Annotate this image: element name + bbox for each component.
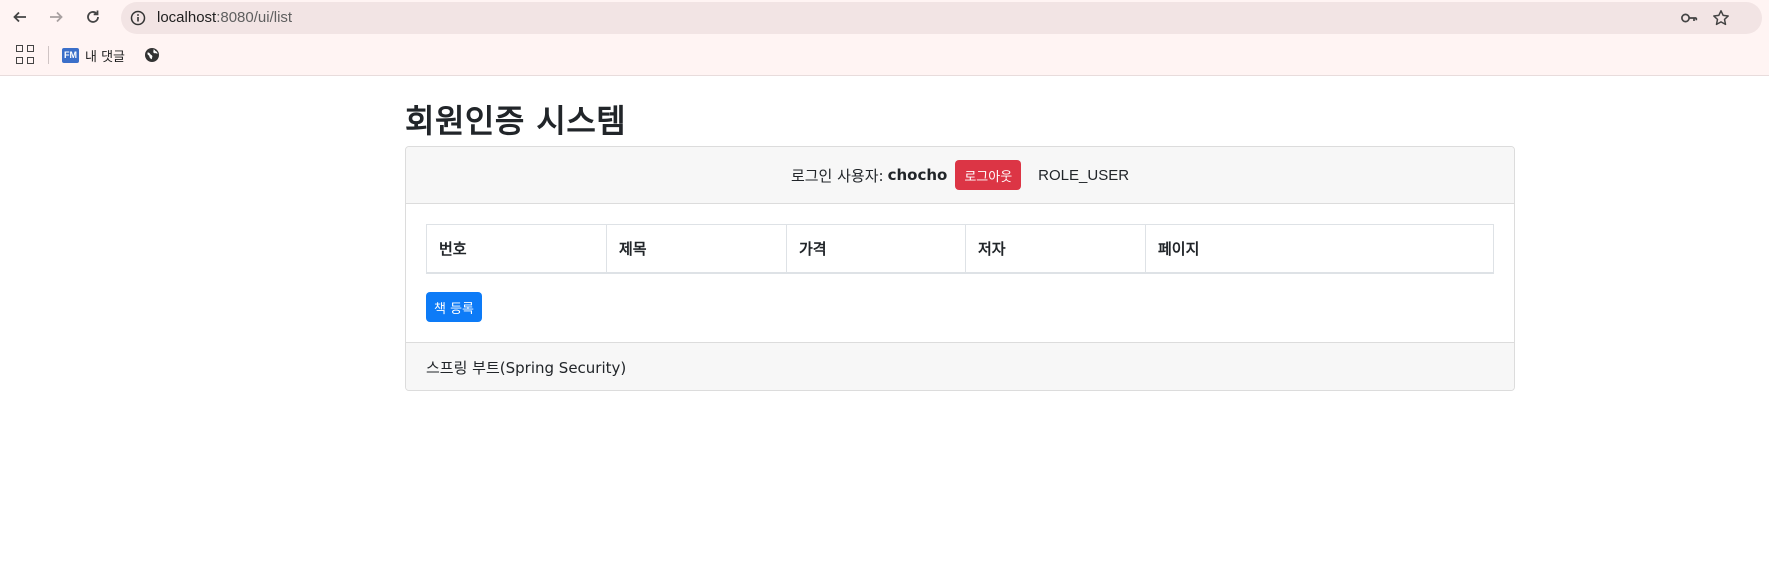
forward-arrow-icon [50, 11, 63, 23]
back-button[interactable] [7, 4, 33, 30]
site-info-button[interactable] [129, 9, 147, 27]
user-role: ROLE_USER [1038, 166, 1130, 184]
forward-button[interactable] [43, 4, 69, 30]
card-footer: 스프링 부트(Spring Security) [406, 342, 1514, 390]
add-book-button[interactable]: 책 등록 [426, 292, 483, 322]
back-arrow-icon [13, 11, 26, 23]
browser-toolbar: localhost:8080/ui/list [0, 0, 1769, 34]
url-text: localhost:8080/ui/list [157, 9, 292, 26]
info-icon [130, 10, 146, 26]
url-host: localhost [157, 9, 217, 26]
column-header-pages: 페이지 [1158, 240, 1200, 258]
column-header-number: 번호 [427, 225, 607, 272]
column-header-author: 저자 [966, 225, 1146, 272]
login-user-label: 로그인 사용자: [790, 166, 884, 185]
column-header-title: 제목 [607, 225, 787, 272]
password-key-button[interactable] [1679, 8, 1699, 28]
books-table: 번호 제목 가격 저자 페이지 [426, 224, 1494, 274]
bookmark-item[interactable]: FM 내 댓글 [62, 43, 125, 67]
page-title: 회원인증 시스템 [405, 102, 627, 140]
reload-icon [87, 10, 99, 23]
main-card: 로그인 사용자: chocho 로그아웃 ROLE_USER 번호 제목 가격 … [405, 146, 1515, 391]
bookmark-label: 내 댓글 [85, 49, 126, 65]
bookmark-star-icon [1713, 10, 1729, 26]
card-body: 번호 제목 가격 저자 페이지 책 등록 [406, 204, 1514, 342]
card-header: 로그인 사용자: chocho 로그아웃 ROLE_USER [406, 147, 1514, 204]
bookmarks-divider [48, 46, 49, 64]
globe-icon [145, 48, 159, 62]
apps-grid-icon[interactable] [16, 45, 36, 65]
column-header-price: 가격 [787, 225, 966, 272]
footer-text: 스프링 부트(Spring Security) [426, 358, 627, 377]
bookmark-favicon: FM [62, 47, 79, 63]
bookmarks-bar: FM 내 댓글 [0, 34, 1769, 76]
url-path: :8080/ui/list [216, 9, 293, 26]
logout-button[interactable]: 로그아웃 [955, 160, 1022, 190]
username: chocho [887, 166, 948, 184]
address-bar[interactable]: localhost:8080/ui/list [121, 2, 1762, 34]
reload-button[interactable] [80, 4, 106, 30]
bookmark-star-button[interactable] [1711, 8, 1731, 28]
password-key-icon [1681, 13, 1698, 23]
globe-bookmark[interactable] [142, 45, 162, 65]
